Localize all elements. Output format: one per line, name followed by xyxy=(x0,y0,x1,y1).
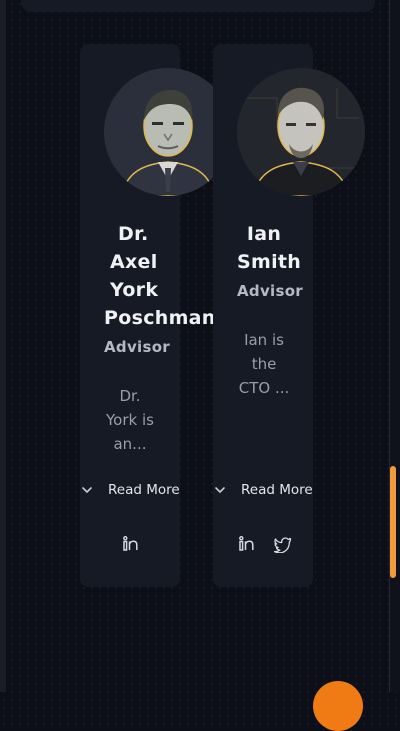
floating-action-button[interactable] xyxy=(313,681,363,731)
linkedin-icon[interactable] xyxy=(122,535,140,553)
read-more-label: Read More xyxy=(108,482,180,498)
avatar xyxy=(237,68,365,196)
advisor-role: Advisor xyxy=(237,282,303,300)
advisor-portrait-illustration xyxy=(237,68,365,196)
scrollbar-track[interactable] xyxy=(389,0,400,692)
advisor-card-ian: Ian Smith Advisor Ian is the CTO ... Rea… xyxy=(213,44,365,587)
chevron-down-icon xyxy=(82,487,92,493)
linkedin-icon[interactable] xyxy=(238,535,256,553)
read-more-label: Read More xyxy=(241,482,313,498)
advisor-name: Ian Smith xyxy=(237,223,302,273)
advisor-card-axel: Dr. Axel York Poschmann Advisor Dr. York… xyxy=(80,44,232,587)
twitter-icon[interactable] xyxy=(274,535,292,553)
left-edge xyxy=(0,0,6,692)
read-more-toggle[interactable]: Read More xyxy=(80,480,180,500)
read-more-toggle[interactable]: Read More xyxy=(213,480,313,500)
social-links xyxy=(122,535,140,553)
scrollbar-thumb[interactable] xyxy=(390,466,396,578)
previous-section-card xyxy=(21,0,375,12)
chevron-down-icon xyxy=(215,487,225,493)
advisor-bio: Ian is the CTO ... xyxy=(238,331,290,397)
advisor-role: Advisor xyxy=(104,338,170,356)
advisor-bio: Dr. York is an... xyxy=(106,387,154,453)
social-links xyxy=(238,535,292,553)
